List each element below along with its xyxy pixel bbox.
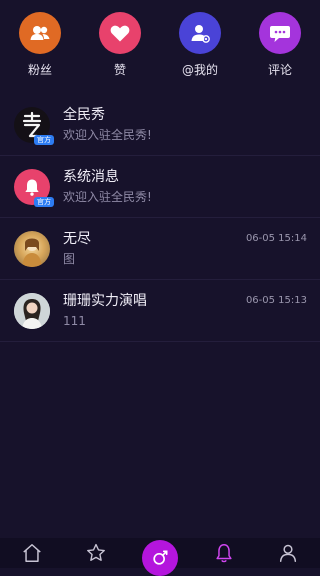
nav-label-mentions: @我的	[181, 63, 218, 77]
message-item-wujin[interactable]: 无尽 图 06-05 15:14	[0, 218, 320, 280]
message-preview: 欢迎入驻全民秀!	[63, 128, 152, 142]
avatar-container	[14, 230, 50, 267]
user-avatar	[14, 230, 50, 267]
top-nav: 粉丝 赞 @我的 评论	[0, 0, 320, 92]
mention-icon	[179, 12, 221, 54]
message-preview: 图	[63, 252, 76, 266]
avatar-container	[14, 292, 50, 329]
tab-favorites[interactable]	[71, 538, 121, 568]
message-preview: 欢迎入驻全民秀!	[63, 190, 152, 204]
nav-label-fans: 粉丝	[27, 63, 52, 77]
tab-profile[interactable]	[263, 538, 313, 568]
bottom-tab-bar	[0, 538, 320, 576]
message-item-quanminxiu[interactable]: 官方 全民秀 欢迎入驻全民秀!	[0, 94, 320, 156]
message-time: 06-05 15:14	[245, 233, 307, 244]
nav-comments[interactable]: 评论	[248, 12, 312, 78]
fans-icon	[19, 12, 61, 54]
nav-likes[interactable]: 赞	[88, 12, 152, 78]
tab-messages[interactable]	[199, 538, 249, 568]
tab-home[interactable]	[7, 538, 57, 568]
message-title: 全民秀	[63, 107, 105, 123]
message-preview: 111	[63, 314, 86, 328]
heart-icon	[99, 12, 141, 54]
message-item-shanshan[interactable]: 珊珊实力演唱 111 06-05 15:13	[0, 280, 320, 342]
nav-fans[interactable]: 粉丝	[8, 12, 72, 78]
tab-record[interactable]	[135, 538, 185, 576]
profile-icon	[279, 544, 297, 562]
home-icon	[23, 544, 41, 562]
record-icon	[142, 540, 178, 576]
nav-mentions[interactable]: @我的	[168, 12, 232, 78]
avatar-container: 官方	[14, 106, 54, 145]
star-icon	[87, 543, 105, 561]
message-item-system[interactable]: 官方 系统消息 欢迎入驻全民秀!	[0, 156, 320, 218]
message-time: 06-05 15:13	[245, 295, 307, 306]
comment-icon	[259, 12, 301, 54]
message-list: 官方 全民秀 欢迎入驻全民秀! 官方 系统消息 欢迎入驻全民秀! 无尽 图 06…	[0, 94, 320, 342]
bell-icon	[216, 544, 232, 563]
nav-label-comments: 评论	[267, 63, 292, 77]
nav-label-likes: 赞	[113, 63, 126, 77]
message-title: 系统消息	[63, 169, 119, 185]
user-avatar	[14, 292, 50, 329]
official-badge: 官方	[34, 134, 54, 145]
avatar-container: 官方	[14, 168, 54, 207]
official-badge: 官方	[34, 196, 54, 207]
